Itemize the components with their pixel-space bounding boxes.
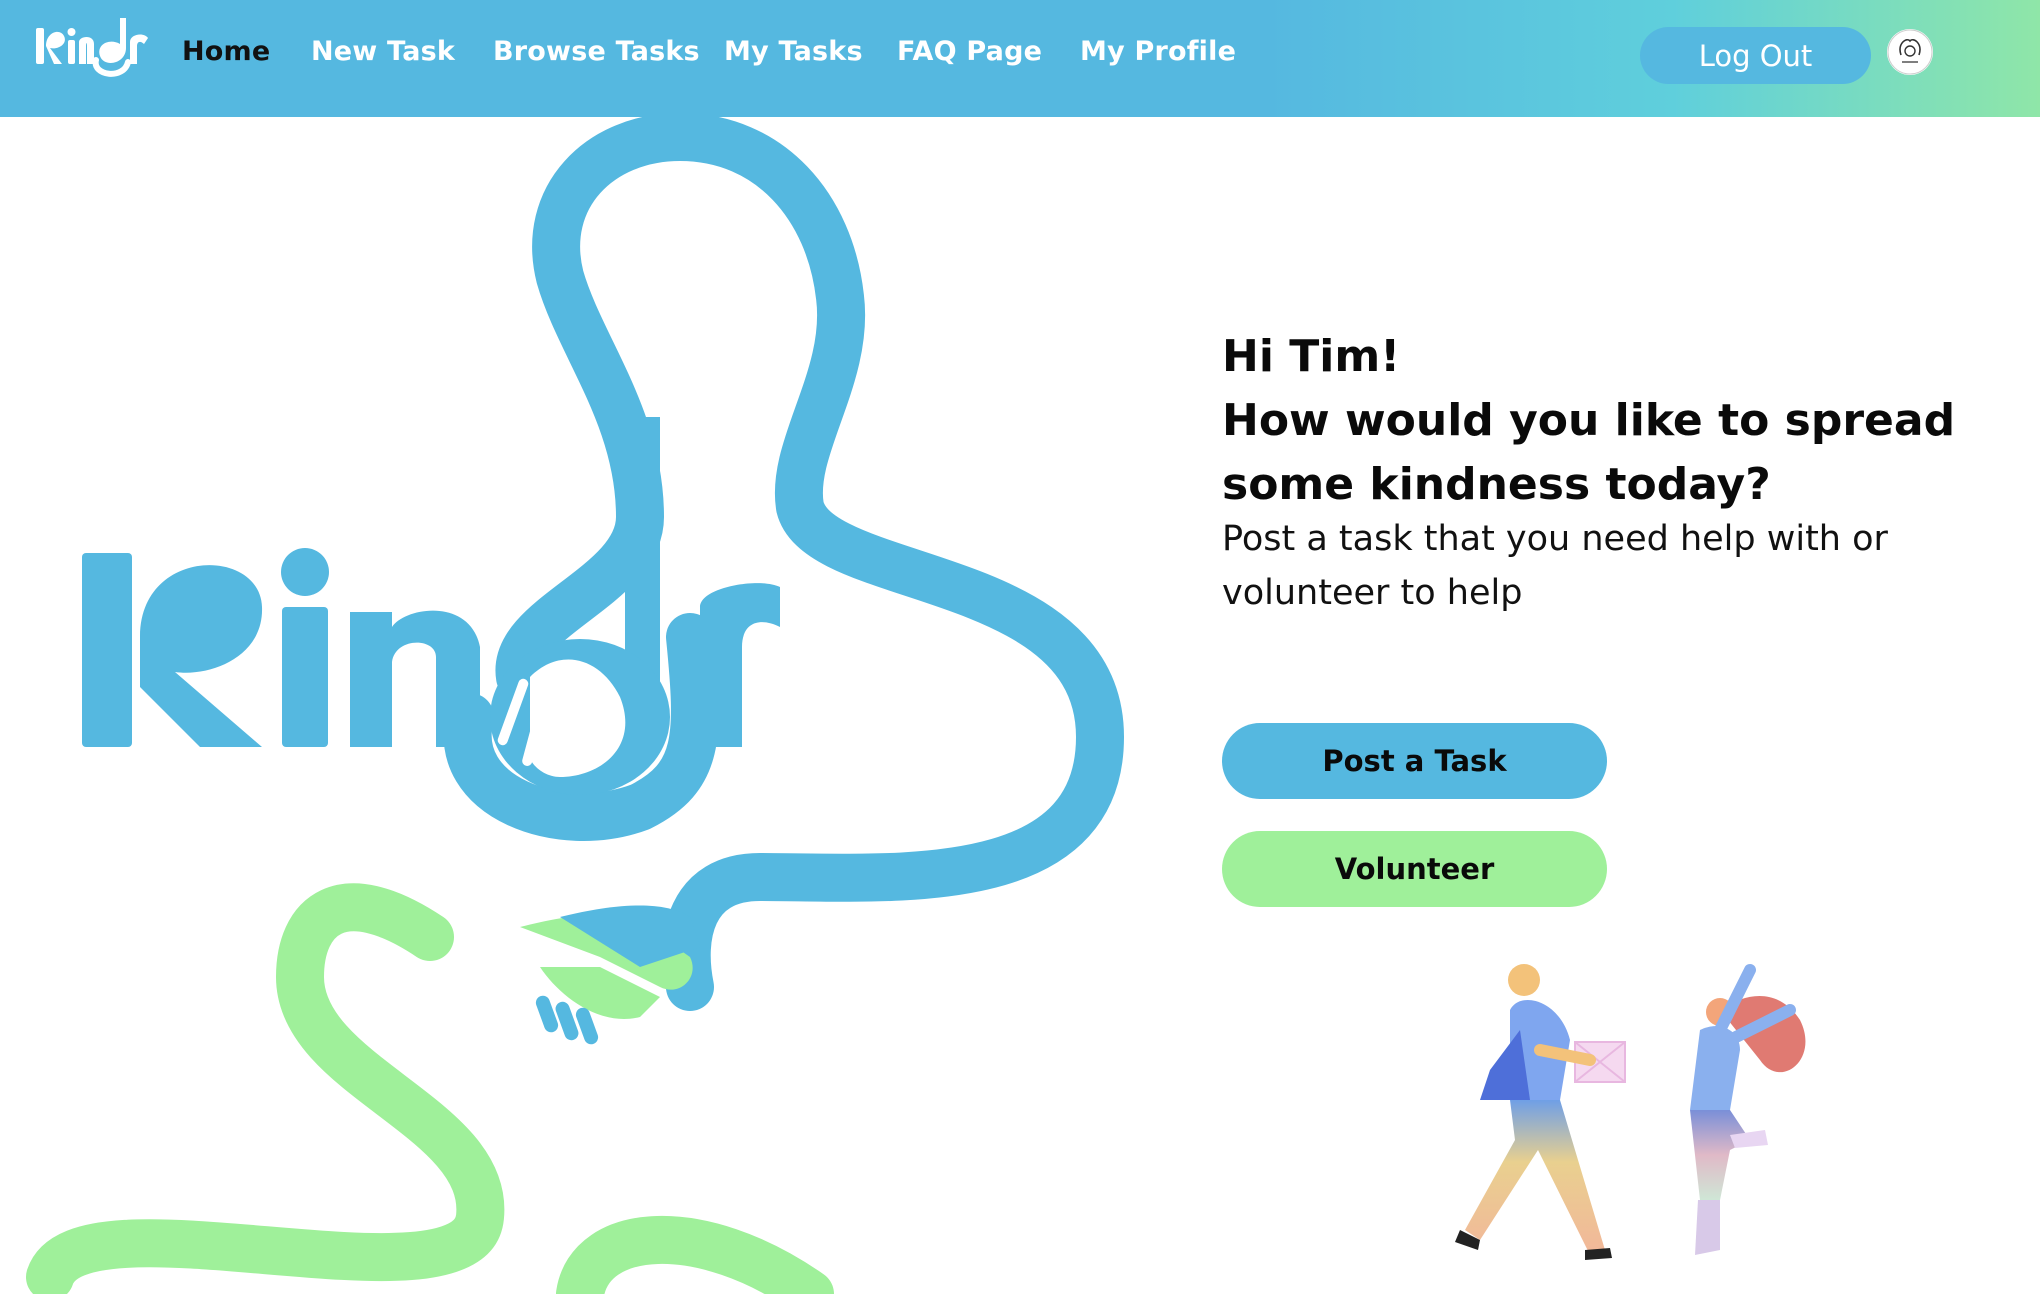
greeting-heading: Hi Tim! How would you like to spread som… — [1222, 325, 2022, 517]
avatar-portrait-icon — [1887, 29, 1933, 75]
hero-subtext: Post a task that you need help with or v… — [1222, 519, 1888, 613]
nav-home[interactable]: Home — [182, 36, 270, 67]
user-avatar-icon[interactable] — [1887, 29, 1933, 75]
handshake-icon — [520, 905, 700, 1045]
nav-my-profile[interactable]: My Profile — [1080, 36, 1236, 67]
people-delivery-illustration — [1455, 964, 1806, 1260]
blue-path-shape — [495, 117, 1125, 1011]
man-figure-shape — [1455, 964, 1626, 1260]
volunteer-button[interactable]: Volunteer — [1222, 831, 1607, 907]
nav-my-tasks[interactable]: My Tasks — [724, 36, 863, 67]
logout-button[interactable]: Log Out — [1640, 27, 1871, 84]
woman-figure-shape — [1690, 964, 1806, 1255]
greeting-name: Hi Tim! — [1222, 331, 1401, 382]
top-navbar: Home New Task Browse Tasks My Tasks FAQ … — [0, 0, 2040, 117]
open-hand-icon — [490, 639, 670, 795]
hero-illustration — [26, 117, 1125, 1294]
nav-faq-page[interactable]: FAQ Page — [897, 36, 1042, 67]
post-task-button[interactable]: Post a Task — [1222, 723, 1607, 799]
greeting-question: How would you like to spread some kindne… — [1222, 395, 1956, 510]
nav-new-task[interactable]: New Task — [311, 36, 455, 67]
nav-browse-tasks[interactable]: Browse Tasks — [493, 36, 700, 67]
kindr-logo-icon[interactable] — [34, 14, 164, 104]
